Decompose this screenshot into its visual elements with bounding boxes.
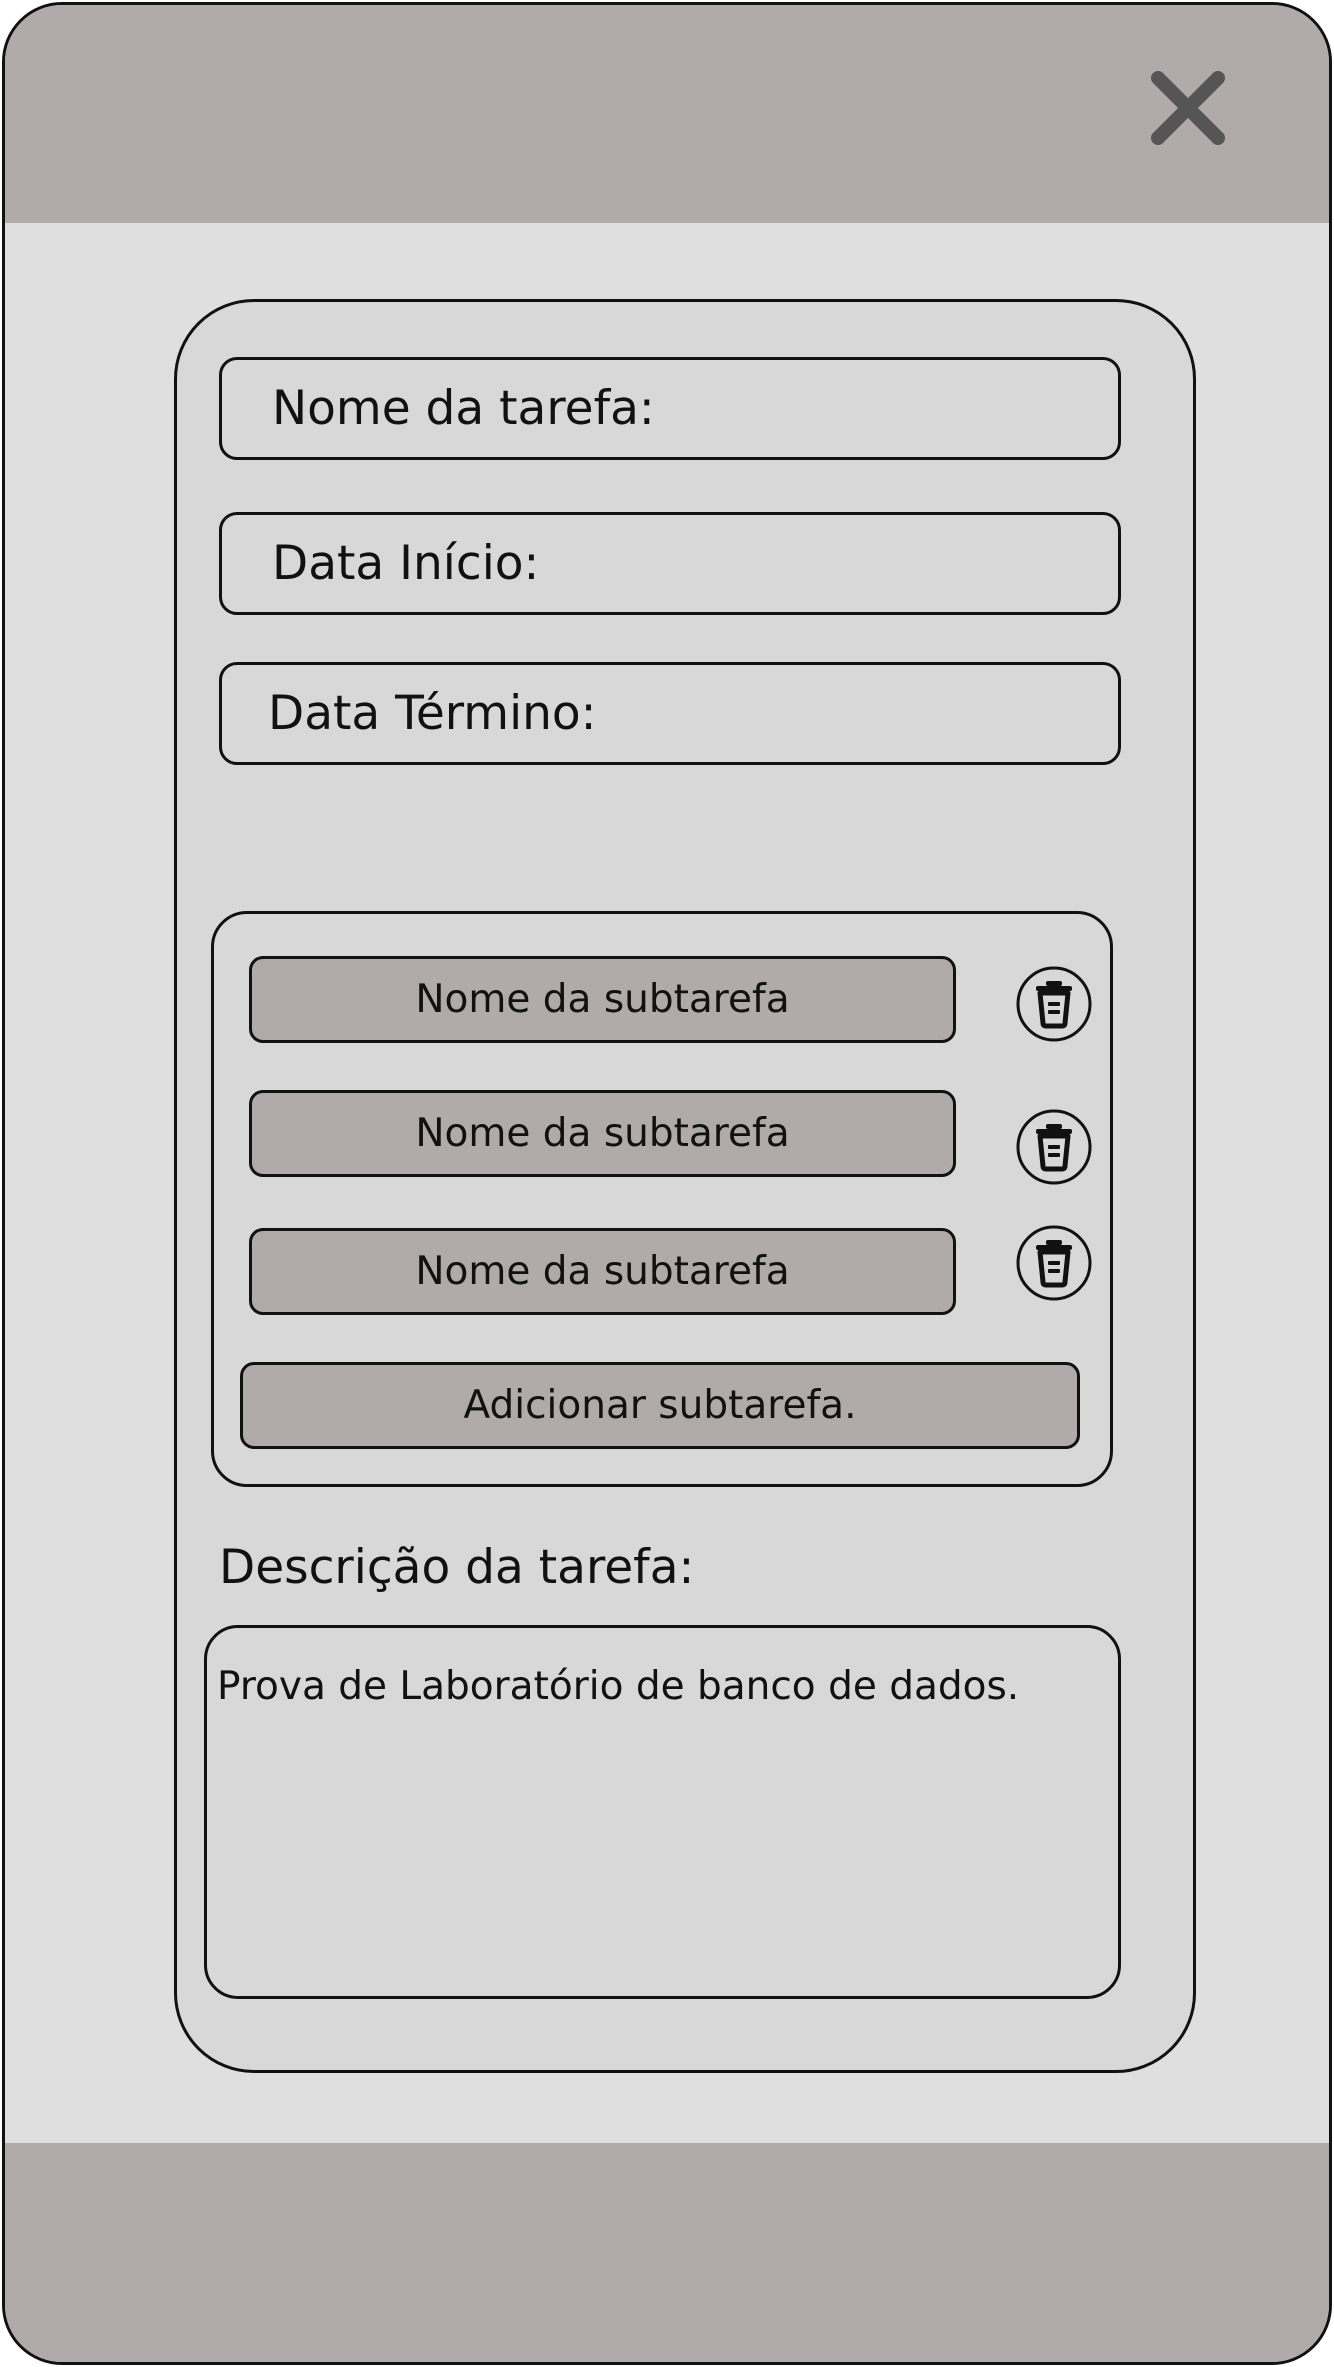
- close-icon[interactable]: [1148, 68, 1228, 148]
- task-name-field[interactable]: Nome da tarefa:: [219, 357, 1121, 460]
- start-date-field[interactable]: Data Início:: [219, 512, 1121, 615]
- subtask-item[interactable]: Nome da subtarefa: [249, 1090, 956, 1177]
- bottom-bar: [5, 2143, 1329, 2362]
- subtask-name: Nome da subtarefa: [415, 1111, 790, 1156]
- subtask-item[interactable]: Nome da subtarefa: [249, 956, 956, 1043]
- start-date-label: Data Início:: [272, 536, 540, 591]
- add-subtask-button[interactable]: Adicionar subtarefa.: [240, 1362, 1080, 1449]
- subtask-name: Nome da subtarefa: [415, 1249, 790, 1294]
- trash-icon[interactable]: [1015, 1108, 1093, 1186]
- description-textarea[interactable]: Prova de Laboratório de banco de dados.: [204, 1625, 1121, 1999]
- subtask-item[interactable]: Nome da subtarefa: [249, 1228, 956, 1315]
- end-date-field[interactable]: Data Término:: [219, 662, 1121, 765]
- trash-icon[interactable]: [1015, 1224, 1093, 1302]
- subtask-name: Nome da subtarefa: [415, 977, 790, 1022]
- add-subtask-label: Adicionar subtarefa.: [463, 1383, 857, 1428]
- end-date-label: Data Término:: [268, 686, 597, 741]
- description-label: Descrição da tarefa:: [219, 1540, 695, 1595]
- trash-icon[interactable]: [1015, 965, 1093, 1043]
- task-name-label: Nome da tarefa:: [272, 381, 655, 436]
- description-text: Prova de Laboratório de banco de dados.: [217, 1664, 1020, 1709]
- top-bar: [5, 5, 1329, 223]
